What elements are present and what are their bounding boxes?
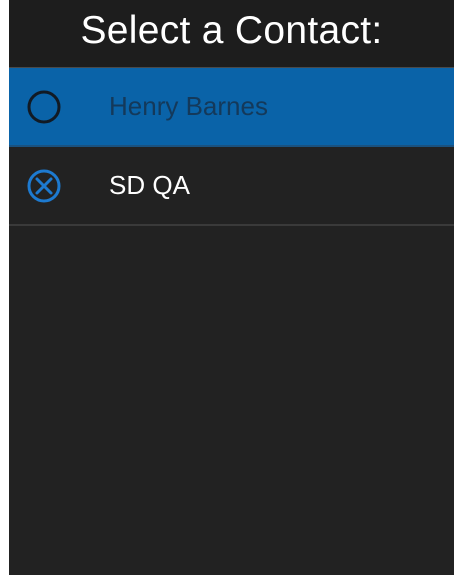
contact-row-sd-qa[interactable]: SD QA bbox=[9, 147, 454, 226]
header-bar: Select a Contact: bbox=[9, 0, 454, 68]
contact-picker-screen: Select a Contact: Henry Barnes SD QA bbox=[9, 0, 454, 575]
circle-x-icon[interactable] bbox=[25, 167, 63, 205]
contact-name: SD QA bbox=[109, 170, 190, 200]
contact-name: Henry Barnes bbox=[109, 91, 268, 121]
contact-list: Henry Barnes SD QA bbox=[9, 68, 454, 226]
radio-unchecked-icon[interactable] bbox=[25, 88, 63, 126]
page-title: Select a Contact: bbox=[80, 8, 383, 52]
contact-row-henry-barnes[interactable]: Henry Barnes bbox=[9, 68, 454, 147]
